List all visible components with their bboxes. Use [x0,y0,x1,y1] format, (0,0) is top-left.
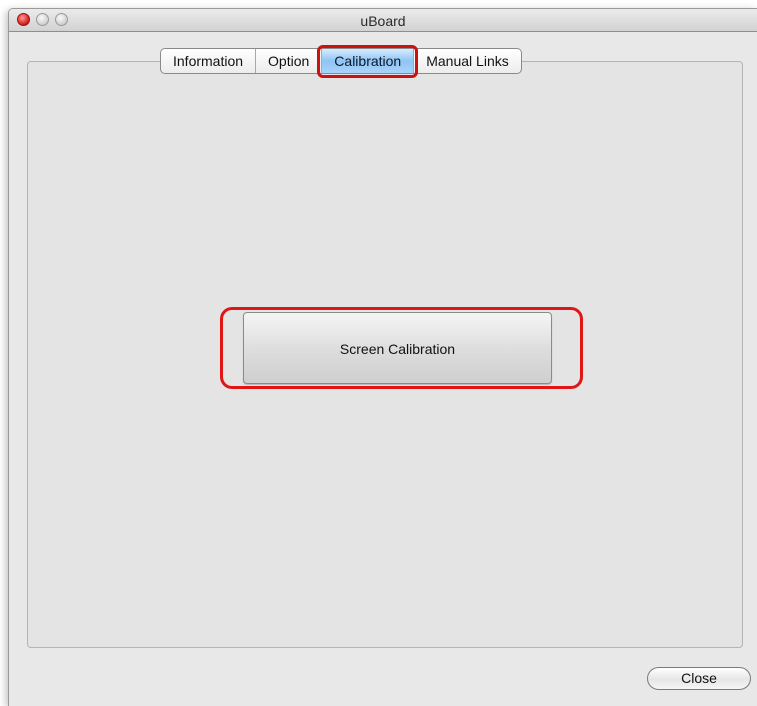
tab-calibration-label: Calibration [334,53,402,69]
tab-information[interactable]: Information [161,49,257,73]
close-button[interactable]: Close [647,667,751,690]
title-bar[interactable]: uBoard [9,9,757,32]
tab-bar: Information Option Calibration Manual Li… [160,45,522,78]
window-title: uBoard [360,13,406,29]
tab-option[interactable]: Option [256,49,323,73]
tab-calibration[interactable]: Calibration [317,45,419,78]
tab-manual-links[interactable]: Manual Links [414,49,521,73]
screen-calibration-button[interactable]: Screen Calibration [243,312,552,384]
